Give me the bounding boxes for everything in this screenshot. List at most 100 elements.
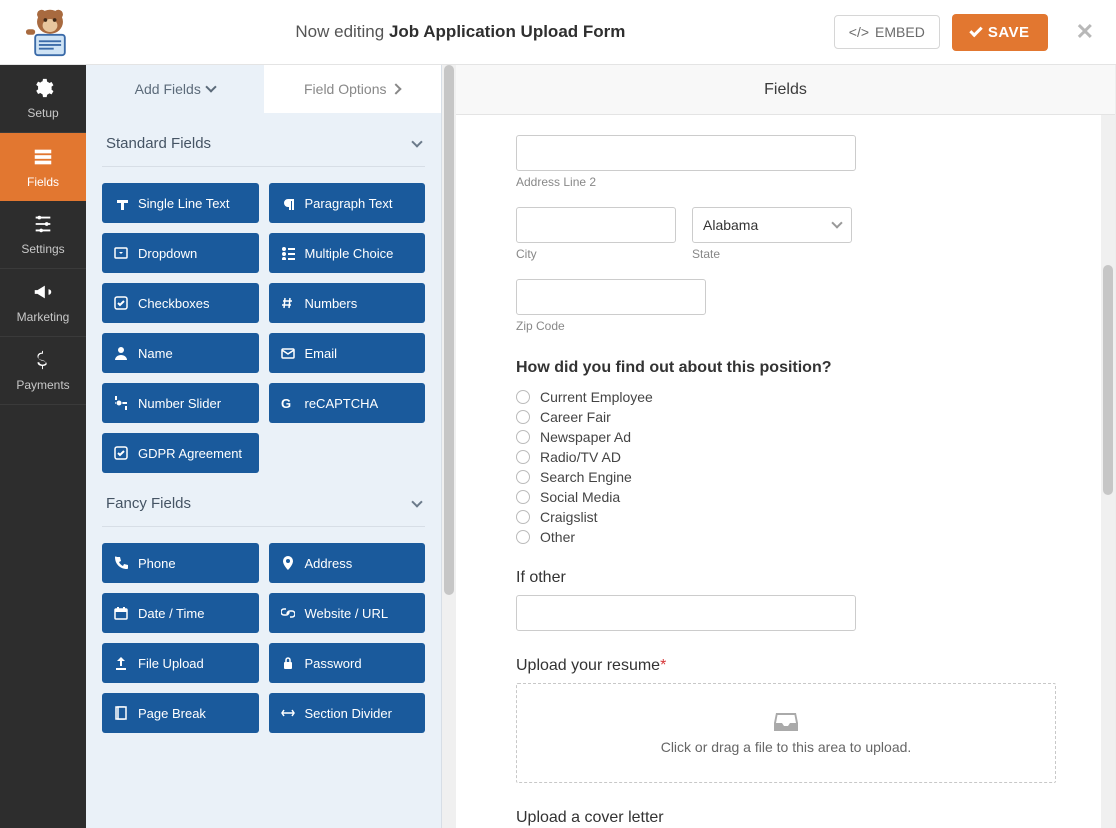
city-sublabel: City [516, 247, 676, 261]
scrollbar-thumb[interactable] [444, 65, 454, 595]
tab-label: Field Options [304, 81, 386, 97]
radio-option[interactable]: Search Engine [516, 467, 1056, 487]
user-icon [114, 346, 128, 360]
hash-icon [281, 296, 295, 310]
field-type-checkboxes[interactable]: Checkboxes [102, 283, 259, 323]
field-type-paragraph-text[interactable]: Paragraph Text [269, 183, 426, 223]
topbar: Now editing Job Application Upload Form … [0, 0, 1116, 65]
sidebar-item-marketing[interactable]: Marketing [0, 269, 86, 337]
radio-label: Career Fair [540, 409, 611, 425]
sidebar-item-setup[interactable]: Setup [0, 65, 86, 133]
link-icon [281, 606, 295, 620]
field-label: Email [305, 346, 338, 361]
field-label: Address [305, 556, 353, 571]
sidebar-item-label: Fields [27, 175, 59, 189]
sidebar-item-label: Marketing [17, 310, 70, 324]
inbox-icon [773, 711, 799, 733]
field-type-multiple-choice[interactable]: Multiple Choice [269, 233, 426, 273]
tab-label: Add Fields [135, 81, 201, 97]
city-input[interactable] [516, 207, 676, 243]
field-type-numbers[interactable]: Numbers [269, 283, 426, 323]
field-type-phone[interactable]: Phone [102, 543, 259, 583]
save-button[interactable]: SAVE [952, 14, 1048, 51]
field-type-single-line-text[interactable]: Single Line Text [102, 183, 259, 223]
check-icon [969, 23, 982, 36]
form-title: Job Application Upload Form [389, 22, 625, 41]
ifother-input[interactable] [516, 595, 856, 631]
close-icon[interactable]: ✕ [1060, 19, 1104, 45]
section-header[interactable]: Standard Fields [102, 113, 425, 167]
radio-option[interactable]: Social Media [516, 487, 1056, 507]
field-type-recaptcha[interactable]: GreCAPTCHA [269, 383, 426, 423]
sidebar-item-label: Payments [16, 378, 69, 392]
field-type-name[interactable]: Name [102, 333, 259, 373]
field-type-file-upload[interactable]: File Upload [102, 643, 259, 683]
address-line2-input[interactable] [516, 135, 856, 171]
bullhorn-icon [32, 281, 54, 306]
sidebar-item-label: Setup [27, 106, 58, 120]
radio-option[interactable]: Current Employee [516, 387, 1056, 407]
radio-option[interactable]: Career Fair [516, 407, 1056, 427]
field-label: Name [138, 346, 173, 361]
lock-icon [281, 656, 295, 670]
section-header[interactable]: Fancy Fields [102, 473, 425, 527]
sidebar-item-settings[interactable]: Settings [0, 201, 86, 269]
field-type-section-divider[interactable]: Section Divider [269, 693, 426, 733]
embed-button[interactable]: </> EMBED [834, 15, 940, 49]
field-type-website-url[interactable]: Website / URL [269, 593, 426, 633]
preview-header-label: Fields [764, 81, 807, 99]
chevron-down-icon [411, 136, 422, 147]
preview-area: Fields Address Line 1 Address Line 2 Cit… [456, 65, 1115, 828]
text-icon [114, 196, 128, 210]
field-label: Password [305, 656, 362, 671]
field-label: Single Line Text [138, 196, 230, 211]
paragraph-icon [281, 196, 295, 210]
leftnav: Setup Fields Settings Marketing Payments [0, 65, 86, 828]
page-icon [114, 706, 128, 720]
address-line2-sublabel: Address Line 2 [516, 175, 1056, 189]
state-select[interactable]: Alabama [692, 207, 852, 243]
radio-option[interactable]: Other [516, 527, 1056, 547]
upload-resume-dropzone[interactable]: Click or drag a file to this area to upl… [516, 683, 1056, 783]
field-label: Paragraph Text [305, 196, 393, 211]
sidebar-item-payments[interactable]: Payments [0, 337, 86, 405]
panel-tabs: Add Fields Field Options [86, 65, 441, 113]
field-type-gdpr-agreement[interactable]: GDPR Agreement [102, 433, 259, 473]
editing-prefix: Now editing [295, 22, 389, 41]
field-label: File Upload [138, 656, 204, 671]
section-title: Standard Fields [106, 135, 211, 152]
field-label: Dropdown [138, 246, 197, 261]
radio-label: Search Engine [540, 469, 632, 485]
radio-option[interactable]: Radio/TV AD [516, 447, 1056, 467]
field-type-email[interactable]: Email [269, 333, 426, 373]
state-sublabel: State [692, 247, 852, 261]
upload-cover-label: Upload a cover letter [516, 809, 1056, 827]
main-layout: Setup Fields Settings Marketing Payments Add… [0, 65, 1116, 828]
radio-icon [516, 530, 530, 544]
sliders-icon [32, 213, 54, 238]
field-type-dropdown[interactable]: Dropdown [102, 233, 259, 273]
radio-label: Newspaper Ad [540, 429, 631, 445]
radio-icon [516, 490, 530, 504]
tab-add-fields[interactable]: Add Fields [86, 65, 264, 113]
preview-scrollbar[interactable] [1101, 115, 1115, 828]
sidebar-item-fields[interactable]: Fields [0, 133, 86, 201]
scrollbar-thumb[interactable] [1103, 265, 1113, 495]
state-value: Alabama [703, 217, 758, 233]
radio-option[interactable]: Newspaper Ad [516, 427, 1056, 447]
field-label: Checkboxes [138, 296, 210, 311]
tab-field-options[interactable]: Field Options [264, 65, 442, 113]
radio-icon [516, 430, 530, 444]
radio-option[interactable]: Craigslist [516, 507, 1056, 527]
field-type-date-time[interactable]: Date / Time [102, 593, 259, 633]
panel-scrollbar[interactable] [442, 65, 456, 828]
field-type-page-break[interactable]: Page Break [102, 693, 259, 733]
mail-icon [281, 346, 295, 360]
field-label: Phone [138, 556, 176, 571]
required-asterisk: * [660, 657, 666, 674]
field-type-address[interactable]: Address [269, 543, 426, 583]
field-type-number-slider[interactable]: Number Slider [102, 383, 259, 423]
zip-input[interactable] [516, 279, 706, 315]
checkbox-icon [114, 296, 128, 310]
field-type-password[interactable]: Password [269, 643, 426, 683]
